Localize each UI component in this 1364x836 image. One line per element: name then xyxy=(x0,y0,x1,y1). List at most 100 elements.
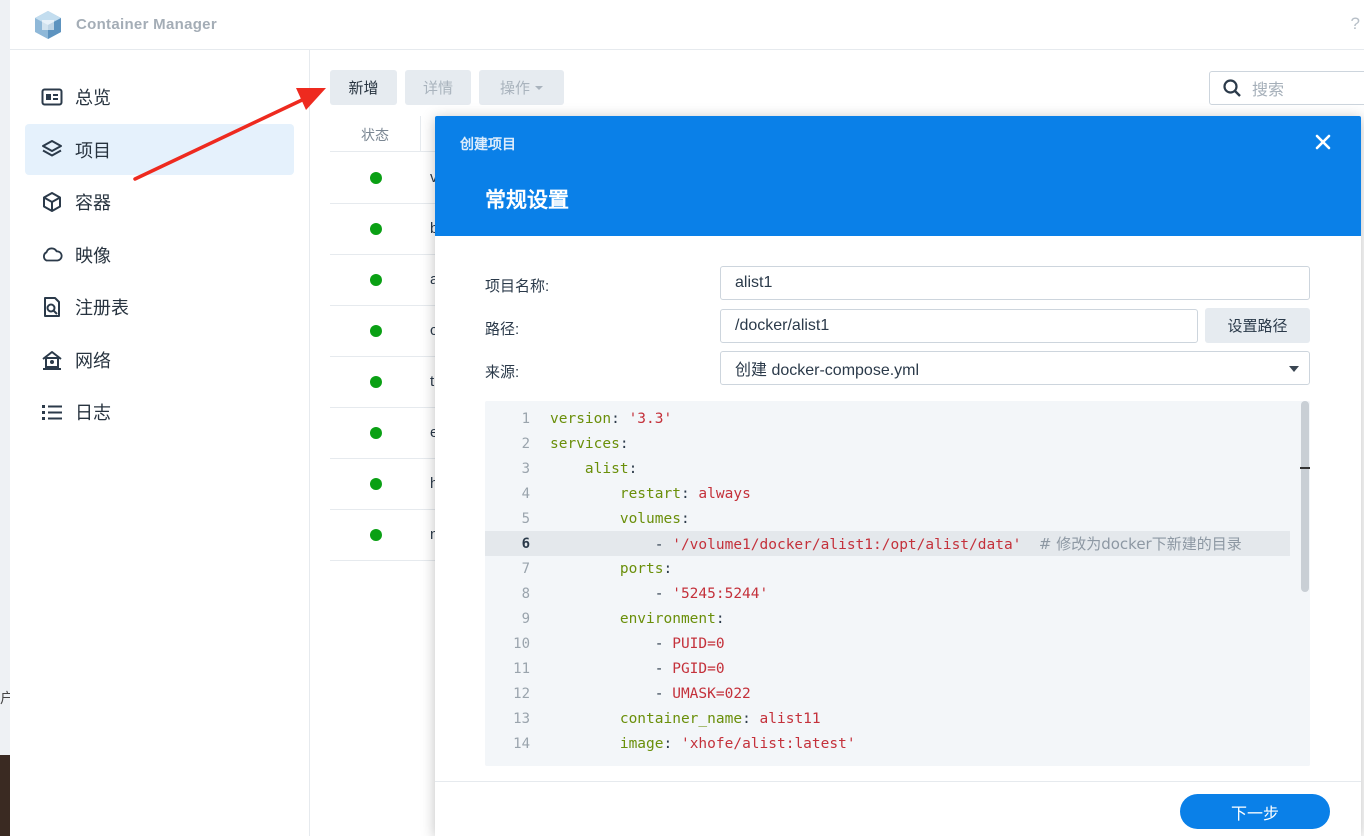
search-placeholder: 搜索 xyxy=(1252,82,1285,99)
editor-scrollbar[interactable] xyxy=(1300,401,1310,766)
window-title: Container Manager xyxy=(76,16,217,33)
sidebar-item-label: 映像 xyxy=(75,245,111,266)
status-running-dot xyxy=(370,223,382,235)
sidebar-item-images[interactable]: 映像 xyxy=(25,229,294,280)
sidebar-item-label: 容器 xyxy=(75,192,111,213)
code-line[interactable]: 11 - PGID=0 xyxy=(485,656,1300,681)
code-line[interactable]: 1 version: '3.3' xyxy=(485,406,1300,431)
editor-scrollbar-thumb[interactable] xyxy=(1301,401,1309,592)
dialog-header: 创建项目 常规设置 xyxy=(435,116,1361,236)
window-titlebar: Container Manager ? xyxy=(10,0,1364,50)
line-number: 5 xyxy=(521,510,530,527)
code-text: image: 'xhofe/alist:latest' xyxy=(550,736,856,752)
next-step-button[interactable]: 下一步 xyxy=(1180,794,1330,829)
table-row[interactable]: a xyxy=(330,255,440,306)
sidebar-item-containers[interactable]: 容器 xyxy=(25,176,294,227)
code-token: volumes xyxy=(550,510,681,527)
line-number: 11 xyxy=(513,660,530,677)
code-line[interactable]: 3 alist: xyxy=(485,456,1300,481)
help-icon[interactable]: ? xyxy=(1351,14,1360,34)
search-input[interactable]: 搜索 xyxy=(1209,71,1364,105)
sidebar-item-network[interactable]: 网络 xyxy=(25,334,294,385)
code-token: : xyxy=(628,460,638,477)
code-token: container_name xyxy=(550,710,743,727)
code-text: - '5245:5244' xyxy=(550,585,769,602)
table-row[interactable]: c xyxy=(330,306,440,357)
source-select[interactable]: 创建 docker-compose.yml xyxy=(720,351,1310,385)
table-row[interactable]: e xyxy=(330,408,440,459)
line-number: 12 xyxy=(513,685,530,702)
line-number: 9 xyxy=(521,610,530,627)
code-token: - xyxy=(550,660,673,677)
close-icon[interactable] xyxy=(1311,130,1335,154)
code-text: alist: xyxy=(550,461,637,477)
status-column-header[interactable]: 状态 xyxy=(330,125,420,145)
code-line[interactable]: 2 services: xyxy=(485,431,1300,456)
code-token: : xyxy=(742,710,760,727)
code-token: - xyxy=(550,685,673,702)
code-line[interactable]: 5 volumes: xyxy=(485,506,1300,531)
code-token: : xyxy=(611,410,629,427)
code-text: - UMASK=022 xyxy=(550,686,751,702)
compose-code-editor[interactable]: 14 image: 'xhofe/alist:latest' 13 contain… xyxy=(485,401,1310,766)
code-line[interactable]: 7 ports: xyxy=(485,556,1300,581)
project-name: t xyxy=(430,373,435,390)
project-name-field[interactable]: alist1 xyxy=(720,266,1310,300)
code-line[interactable]: 8 - '5245:5244' xyxy=(485,581,1300,606)
code-text: restart: always xyxy=(550,486,751,502)
code-token: : xyxy=(619,435,629,452)
search-icon xyxy=(1223,79,1241,97)
new-project-button[interactable]: 新增 xyxy=(330,70,397,105)
sidebar-item-label: 网络 xyxy=(75,350,111,371)
code-line[interactable]: 4 restart: always xyxy=(485,481,1300,506)
code-line[interactable]: 12 - UMASK=022 xyxy=(485,681,1300,706)
network-home-icon xyxy=(41,349,63,371)
step-title: 常规设置 xyxy=(485,189,569,212)
details-button[interactable]: 详情 xyxy=(405,70,471,105)
sidebar-item-overview[interactable]: 总览 xyxy=(25,71,294,122)
table-row[interactable]: t xyxy=(330,357,440,408)
code-text: volumes: xyxy=(550,511,690,527)
path-field[interactable]: /docker/alist1 xyxy=(720,309,1198,343)
set-path-button[interactable]: 设置路径 xyxy=(1205,308,1310,343)
project-name-label: 项目名称: xyxy=(485,278,550,295)
code-token: : xyxy=(680,485,699,502)
code-line[interactable]: 9 environment: xyxy=(485,606,1300,631)
sidebar-item-projects[interactable]: 项目 xyxy=(25,124,294,175)
operations-dropdown-button[interactable]: 操作 xyxy=(479,70,564,105)
code-token: '5245:5244' xyxy=(672,585,769,602)
container-manager-logo-icon xyxy=(35,11,61,39)
sidebar-item-registry[interactable]: 注册表 xyxy=(25,281,294,332)
code-line[interactable]: 14 image: 'xhofe/alist:latest' xyxy=(485,731,1300,756)
box-icon xyxy=(41,191,63,213)
sidebar-item-label: 总览 xyxy=(75,87,111,108)
chevron-down-icon xyxy=(1289,366,1299,372)
code-token: environment xyxy=(550,610,716,627)
sidebar: 总览 项目 容器 映像 注册表 网络 日志 xyxy=(10,50,310,836)
table-row[interactable]: b xyxy=(330,204,440,255)
code-text: version: '3.3' xyxy=(550,411,672,427)
code-text: services: xyxy=(550,436,629,452)
code-line[interactable]: 10 - PUID=0 xyxy=(485,631,1300,656)
table-row[interactable]: v xyxy=(330,153,440,204)
code-token: : xyxy=(663,735,681,752)
desktop-wallpaper-edge xyxy=(0,755,10,836)
dialog-title: 创建项目 xyxy=(460,136,516,152)
code-line[interactable]: 6 - '/volume1/docker/alist1:/opt/alist/d… xyxy=(485,531,1290,556)
code-text: - PUID=0 xyxy=(550,636,725,652)
container-manager-screen: 户 Container Manager ? 总览 项目 容器 映像 注册表 网络… xyxy=(0,0,1364,836)
sidebar-item-logs[interactable]: 日志 xyxy=(25,386,294,437)
code-token: always xyxy=(698,485,751,502)
code-text: ports: xyxy=(550,561,672,577)
line-number: 7 xyxy=(521,560,530,577)
column-divider xyxy=(420,116,421,152)
code-token: 'xhofe/alist:latest' xyxy=(680,735,856,752)
table-row[interactable]: h xyxy=(330,459,440,510)
registry-search-icon xyxy=(41,296,63,318)
code-line[interactable]: 13 container_name: alist11 xyxy=(485,706,1300,731)
code-token: '/volume1/docker/alist1:/opt/alist/data' xyxy=(672,537,1022,553)
table-row[interactable]: n xyxy=(330,510,440,561)
code-token: PGID=0 xyxy=(672,660,725,677)
scroll-position-marker xyxy=(1300,467,1310,469)
